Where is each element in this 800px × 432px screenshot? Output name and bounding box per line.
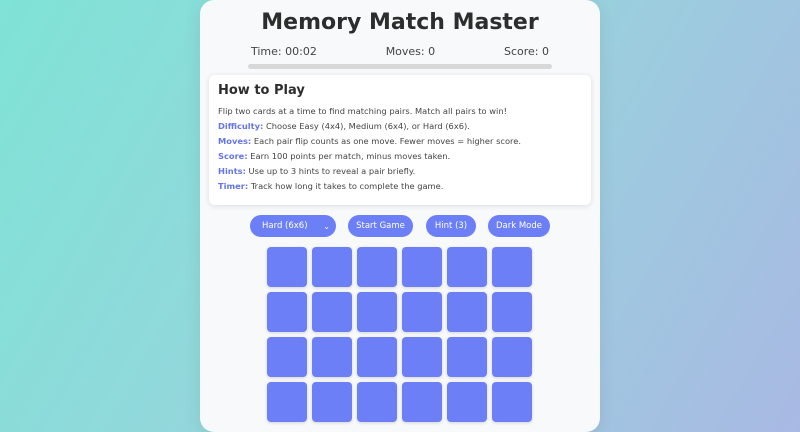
controls-row: Hard (6x6) ⌄ Start Game Hint (3) Dark Mo…	[250, 215, 550, 237]
memory-card[interactable]	[267, 292, 307, 332]
rule-text: Track how long it takes to complete the …	[248, 181, 444, 191]
start-game-button[interactable]: Start Game	[348, 215, 413, 237]
rule-text: Earn 100 points per match, minus moves t…	[247, 151, 451, 161]
memory-card[interactable]	[357, 247, 397, 287]
memory-card[interactable]	[447, 292, 487, 332]
memory-card[interactable]	[357, 292, 397, 332]
card-grid	[267, 247, 532, 422]
memory-card[interactable]	[492, 292, 532, 332]
memory-card[interactable]	[267, 247, 307, 287]
memory-card[interactable]	[402, 292, 442, 332]
rule-timer: Timer: Track how long it takes to comple…	[218, 181, 582, 191]
rule-key: Hints:	[218, 166, 246, 176]
memory-card[interactable]	[447, 382, 487, 422]
timer-display: Time: 00:02	[251, 45, 317, 58]
game-title: Memory Match Master	[261, 10, 539, 35]
memory-card[interactable]	[267, 337, 307, 377]
rule-text: Use up to 3 hints to reveal a pair brief…	[245, 166, 416, 176]
rule-key: Timer:	[218, 181, 249, 191]
rule-key: Moves:	[218, 136, 252, 146]
memory-card[interactable]	[492, 382, 532, 422]
difficulty-select[interactable]: Hard (6x6) ⌄	[250, 215, 336, 237]
memory-card[interactable]	[402, 247, 442, 287]
progress-bar	[248, 64, 552, 69]
dark-mode-button[interactable]: Dark Mode	[488, 215, 550, 237]
moves-display: Moves: 0	[385, 45, 436, 58]
rule-moves: Moves: Each pair flip counts as one move…	[218, 136, 582, 146]
hint-button[interactable]: Hint (3)	[426, 215, 476, 237]
rule-text: Each pair flip counts as one move. Fewer…	[251, 136, 522, 146]
memory-card[interactable]	[312, 382, 352, 422]
memory-card[interactable]	[312, 292, 352, 332]
memory-card[interactable]	[447, 337, 487, 377]
memory-card[interactable]	[402, 382, 442, 422]
rule-text: Choose Easy (4x4), Medium (6x4), or Hard…	[263, 121, 470, 131]
how-to-play-intro: Flip two cards at a time to find matchin…	[218, 106, 507, 116]
memory-card[interactable]	[447, 247, 487, 287]
memory-card[interactable]	[357, 382, 397, 422]
game-panel: Memory Match Master Time: 00:02 Moves: 0…	[200, 0, 600, 432]
how-to-play-heading: How to Play	[218, 83, 305, 98]
difficulty-selected-value: Hard (6x6)	[262, 221, 308, 231]
rule-hints: Hints: Use up to 3 hints to reveal a pai…	[218, 166, 582, 176]
score-display: Score: 0	[503, 45, 549, 58]
rule-key: Score:	[218, 151, 248, 161]
memory-card[interactable]	[492, 247, 532, 287]
rule-difficulty: Difficulty: Choose Easy (4x4), Medium (6…	[218, 121, 582, 131]
memory-card[interactable]	[312, 247, 352, 287]
rule-key: Difficulty:	[218, 121, 264, 131]
memory-card[interactable]	[402, 337, 442, 377]
stats-bar: Time: 00:02 Moves: 0 Score: 0	[251, 45, 549, 61]
chevron-down-icon: ⌄	[323, 221, 330, 231]
memory-card[interactable]	[312, 337, 352, 377]
memory-card[interactable]	[267, 382, 307, 422]
how-to-play-panel: How to Play Flip two cards at a time to …	[209, 75, 591, 205]
rule-score: Score: Earn 100 points per match, minus …	[218, 151, 582, 161]
memory-card[interactable]	[357, 337, 397, 377]
memory-card[interactable]	[492, 337, 532, 377]
